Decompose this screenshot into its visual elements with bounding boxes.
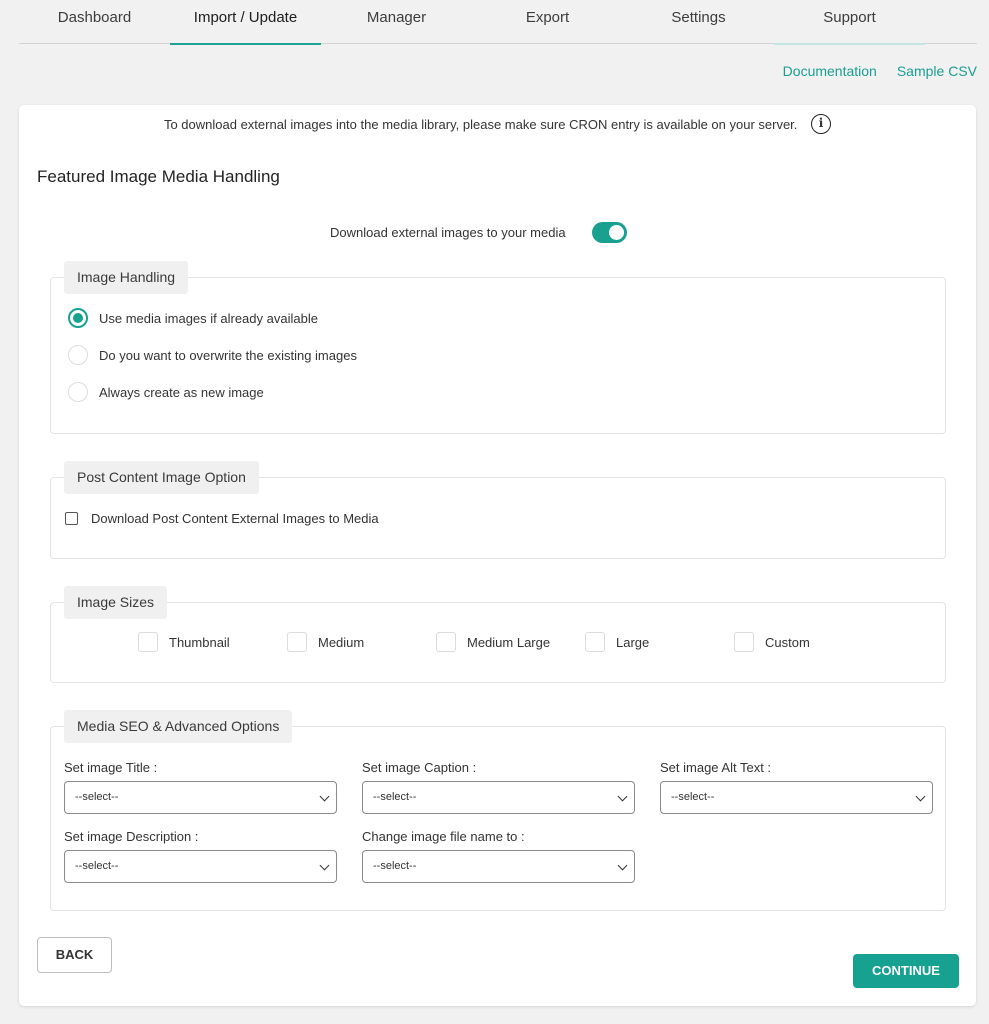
image-title-select[interactable]: --select--	[64, 781, 337, 814]
media-seo-section: Media SEO & Advanced Options Set image T…	[50, 710, 946, 911]
cron-notice: To download external images into the med…	[19, 114, 976, 135]
image-alt-text-select[interactable]: --select--	[660, 781, 933, 814]
image-alt-text-label: Set image Alt Text :	[660, 760, 772, 775]
size-medium-large[interactable]: Medium Large	[436, 632, 550, 652]
image-caption-select[interactable]: --select--	[362, 781, 635, 814]
size-checkbox[interactable]	[436, 632, 456, 652]
image-caption-label: Set image Caption :	[362, 760, 477, 775]
back-button[interactable]: BACK	[37, 937, 112, 973]
chevron-down-icon	[319, 791, 330, 802]
radio-overwrite-images[interactable]: Do you want to overwrite the existing im…	[68, 345, 357, 365]
tab-dashboard[interactable]: Dashboard	[19, 0, 170, 44]
size-large[interactable]: Large	[585, 632, 649, 652]
size-checkbox[interactable]	[287, 632, 307, 652]
radio-label: Do you want to overwrite the existing im…	[99, 347, 357, 363]
media-handling-card: To download external images into the med…	[19, 105, 976, 1006]
cron-notice-text: To download external images into the med…	[163, 117, 798, 132]
size-label: Medium Large	[467, 634, 551, 650]
select-value: --select--	[671, 791, 715, 803]
size-thumbnail[interactable]: Thumbnail	[138, 632, 230, 652]
chevron-down-icon	[617, 791, 628, 802]
post-content-checkbox-row[interactable]: Download Post Content External Images to…	[65, 511, 379, 526]
download-toggle-label: Download external images to your media	[330, 225, 566, 240]
toggle-knob	[608, 225, 624, 240]
page-title: Featured Image Media Handling	[37, 167, 280, 186]
select-value: --select--	[373, 791, 417, 803]
radio-use-media-images[interactable]: Use media images if already available	[68, 308, 318, 328]
size-checkbox[interactable]	[585, 632, 605, 652]
size-label: Large	[616, 634, 650, 650]
tab-settings[interactable]: Settings	[623, 0, 774, 44]
documentation-link[interactable]: Documentation	[783, 63, 877, 79]
top-navigation: Dashboard Import / Update Manager Export…	[19, 0, 977, 45]
radio-button[interactable]	[68, 345, 88, 365]
image-handling-section: Image Handling Use media images if alrea…	[50, 261, 946, 434]
tab-export[interactable]: Export	[472, 0, 623, 44]
tab-support[interactable]: Support	[774, 0, 925, 45]
radio-label: Always create as new image	[99, 384, 264, 400]
image-sizes-legend: Image Sizes	[64, 586, 168, 619]
radio-button[interactable]	[68, 382, 88, 402]
continue-button[interactable]: CONTINUE	[853, 954, 959, 988]
chevron-down-icon	[915, 791, 926, 802]
image-file-name-label: Change image file name to :	[362, 829, 525, 844]
download-external-images-toggle[interactable]	[591, 222, 627, 243]
select-value: --select--	[75, 860, 119, 872]
select-value: --select--	[75, 791, 119, 803]
tab-manager[interactable]: Manager	[321, 0, 472, 44]
chevron-down-icon	[617, 860, 628, 871]
image-description-label: Set image Description :	[64, 829, 199, 844]
size-checkbox[interactable]	[734, 632, 754, 652]
size-medium[interactable]: Medium	[287, 632, 364, 652]
radio-create-new-image[interactable]: Always create as new image	[68, 382, 264, 402]
post-content-checkbox[interactable]	[65, 512, 78, 525]
media-seo-legend: Media SEO & Advanced Options	[64, 710, 293, 743]
download-toggle-row: Download external images to your media	[330, 222, 627, 243]
post-content-checkbox-label: Download Post Content External Images to…	[91, 511, 379, 526]
chevron-down-icon	[319, 860, 330, 871]
post-content-legend: Post Content Image Option	[64, 461, 259, 494]
radio-button-checked[interactable]	[68, 308, 88, 328]
size-label: Medium	[318, 634, 365, 650]
size-checkbox[interactable]	[138, 632, 158, 652]
post-content-section: Post Content Image Option Download Post …	[50, 461, 946, 559]
sample-csv-link[interactable]: Sample CSV	[897, 63, 977, 79]
image-sizes-section: Image Sizes Thumbnail Medium Medium Larg…	[50, 586, 946, 683]
radio-label: Use media images if already available	[99, 310, 318, 326]
tab-import-update[interactable]: Import / Update	[170, 0, 321, 45]
image-description-select[interactable]: --select--	[64, 850, 337, 883]
size-label: Thumbnail	[169, 634, 230, 650]
size-label: Custom	[765, 634, 810, 650]
select-value: --select--	[373, 860, 417, 872]
image-handling-legend: Image Handling	[64, 261, 189, 294]
image-file-name-select[interactable]: --select--	[362, 850, 635, 883]
help-links: Documentation Sample CSV	[783, 63, 977, 79]
image-title-label: Set image Title :	[64, 760, 158, 775]
info-circle-icon[interactable]: i	[811, 114, 832, 135]
size-custom[interactable]: Custom	[734, 632, 810, 652]
